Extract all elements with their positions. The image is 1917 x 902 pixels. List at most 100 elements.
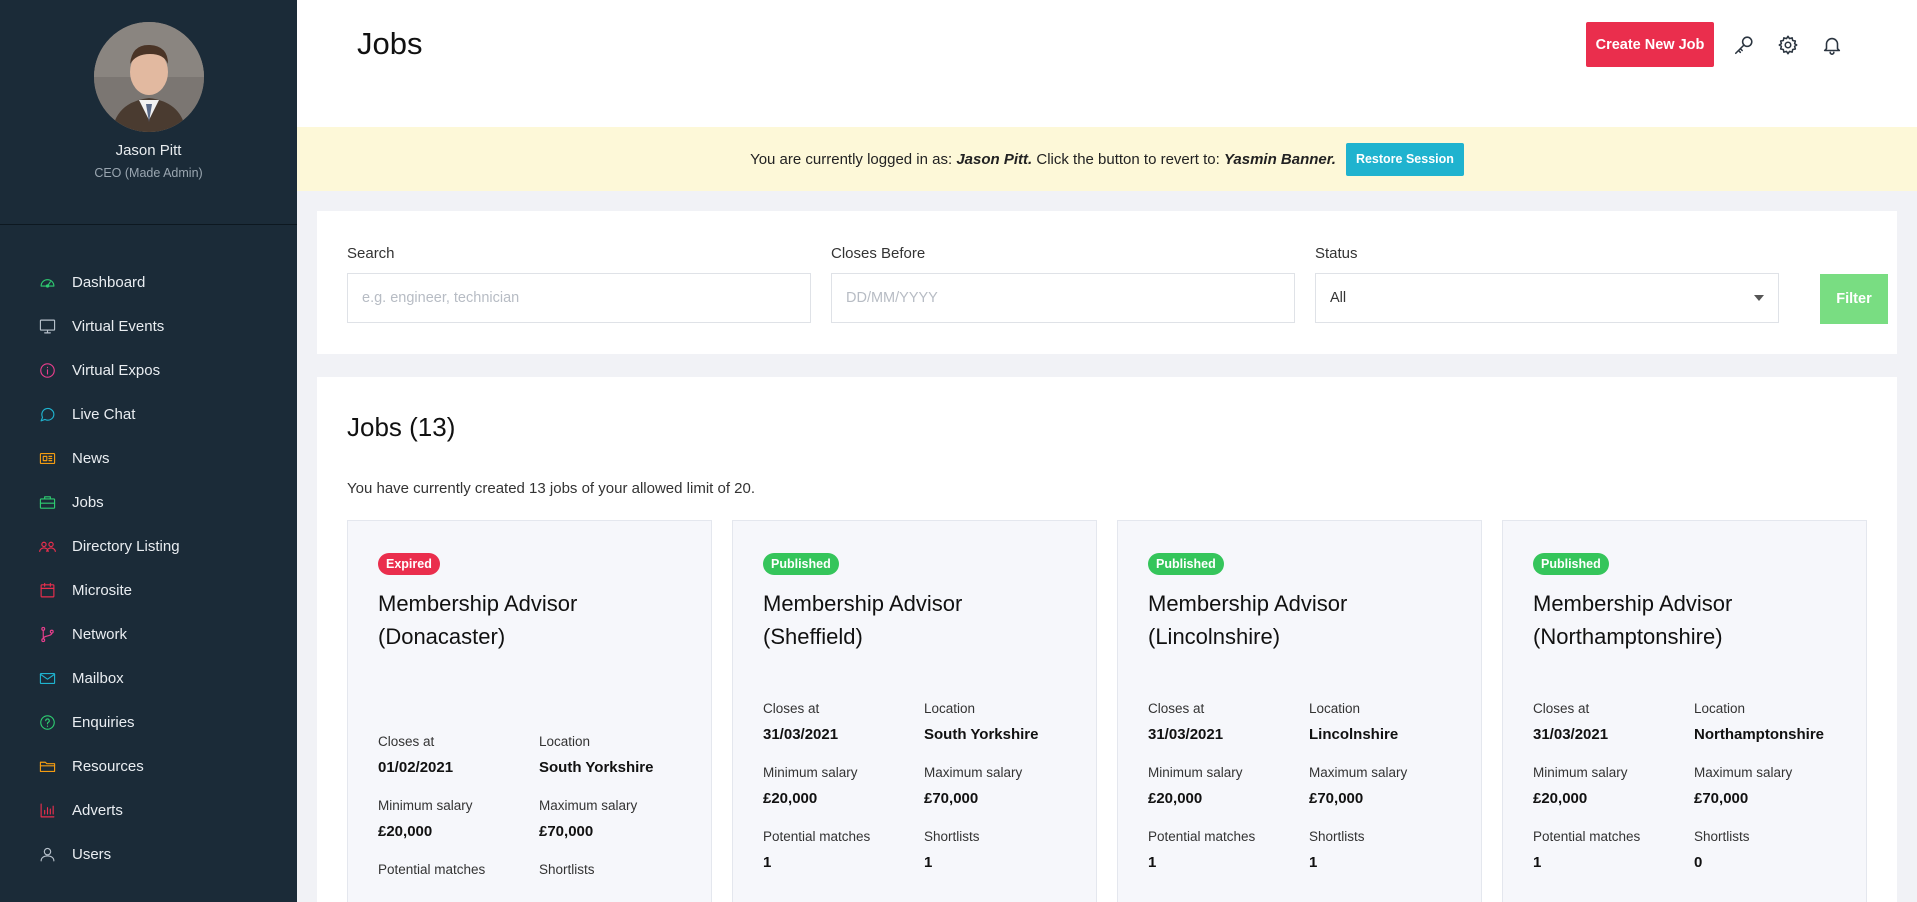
banner-revert-user: Yasmin Banner. (1223, 150, 1336, 168)
restore-session-button[interactable]: Restore Session (1345, 142, 1464, 176)
min-salary-value: £20,000 (763, 790, 818, 807)
top-bar: Jobs Create New Job (297, 0, 1917, 127)
job-card[interactable]: Published Membership Advisor (Northampto… (1502, 520, 1867, 902)
sidebar-item-label: Live Chat (72, 405, 136, 423)
search-input[interactable] (347, 273, 811, 323)
max-salary-value: £70,000 (924, 790, 979, 807)
potential-matches-value: 1 (1533, 854, 1542, 871)
closes-before-input[interactable] (831, 273, 1295, 323)
sidebar-item-label: Adverts (72, 801, 123, 819)
closes-at-value: 01/02/2021 (378, 759, 454, 776)
job-title[interactable]: Membership Advisor (Sheffield) (763, 587, 1066, 653)
sidebar-item-virtual-events[interactable]: Virtual Events (0, 304, 297, 348)
avatar[interactable] (93, 22, 204, 132)
potential-matches-label: Potential matches (1533, 829, 1641, 844)
key-icon[interactable] (1732, 33, 1756, 57)
potential-matches-label: Potential matches (763, 829, 871, 844)
sidebar-item-news[interactable]: News (0, 436, 297, 480)
job-card[interactable]: Expired Membership Advisor (Donacaster) … (347, 520, 712, 902)
job-meta: Closes at 31/03/2021 Location South Yorksh… (763, 701, 1085, 871)
closes-at-label: Closes at (763, 701, 820, 716)
max-salary-value: £70,000 (539, 823, 594, 840)
create-new-job-button[interactable]: Create New Job (1586, 22, 1714, 67)
potential-matches-value: 1 (1148, 854, 1157, 871)
max-salary-label: Maximum salary (1694, 765, 1793, 780)
sidebar-item-mailbox[interactable]: Mailbox (0, 656, 297, 700)
max-salary-value: £70,000 (1694, 790, 1749, 807)
job-title[interactable]: Membership Advisor (Northamptonshire) (1533, 587, 1836, 653)
sidebar-item-users[interactable]: Users (0, 832, 297, 876)
search-field: Search (347, 245, 811, 323)
filter-button[interactable]: Filter (1820, 274, 1888, 324)
chevron-down-icon (1754, 295, 1764, 301)
closes-at-value: 31/03/2021 (763, 726, 839, 743)
monitor-icon (38, 317, 56, 335)
sidebar-item-live-chat[interactable]: Live Chat (0, 392, 297, 436)
sidebar-item-label: Resources (72, 757, 144, 775)
sidebar-item-enquiries[interactable]: Enquiries (0, 700, 297, 744)
sidebar-item-label: Directory Listing (72, 537, 180, 555)
sidebar-item-jobs[interactable]: Jobs (0, 480, 297, 524)
location-value: Northamptonshire (1694, 726, 1825, 743)
job-card[interactable]: Published Membership Advisor (Sheffield)… (732, 520, 1097, 902)
job-meta: Closes at 31/03/2021 Location Northamptons… (1533, 701, 1855, 871)
banner-middle-text: Click the button to revert to: (1032, 150, 1224, 168)
shortlists-label: Shortlists (924, 829, 980, 844)
banner-current-user: Jason Pitt. (956, 150, 1033, 168)
sidebar-item-label: Users (72, 845, 112, 863)
potential-matches-label: Potential matches (1148, 829, 1256, 844)
jobs-limit-summary: You have currently created 13 jobs of yo… (347, 480, 756, 497)
gear-icon[interactable] (1776, 33, 1800, 57)
sidebar-item-label: Network (72, 625, 128, 643)
user-name: Jason Pitt (115, 142, 182, 159)
newspaper-icon (38, 449, 56, 467)
max-salary-value: £70,000 (1309, 790, 1364, 807)
bell-icon[interactable] (1820, 33, 1844, 57)
branch-icon (38, 625, 56, 643)
max-salary-label: Maximum salary (539, 798, 638, 813)
folder-icon (38, 757, 56, 775)
user-profile: Jason Pitt CEO (Made Admin) (0, 0, 297, 225)
question-icon (38, 713, 56, 731)
min-salary-label: Minimum salary (1148, 765, 1243, 780)
max-salary-label: Maximum salary (924, 765, 1023, 780)
location-label: Location (924, 701, 976, 716)
closes-at-label: Closes at (1533, 701, 1590, 716)
job-title[interactable]: Membership Advisor (Lincolnshire) (1148, 587, 1451, 653)
sidebar-item-label: Dashboard (72, 273, 146, 291)
status-badge: Published (1148, 553, 1224, 575)
sidebar-item-dashboard[interactable]: Dashboard (0, 260, 297, 304)
sidebar-item-label: Virtual Expos (72, 361, 161, 379)
status-field: Status All (1315, 245, 1779, 323)
sidebar-item-adverts[interactable]: Adverts (0, 788, 297, 832)
sidebar-item-microsite[interactable]: Microsite (0, 568, 297, 612)
sidebar-item-virtual-expos[interactable]: Virtual Expos (0, 348, 297, 392)
status-badge: Published (763, 553, 839, 575)
job-card[interactable]: Published Membership Advisor (Lincolnshi… (1117, 520, 1482, 902)
location-label: Location (1309, 701, 1361, 716)
sidebar-item-label: Enquiries (72, 713, 135, 731)
user-icon (38, 845, 56, 863)
closes-before-label: Closes Before (831, 245, 926, 262)
dashboard-icon (38, 273, 56, 291)
status-label: Status (1315, 245, 1358, 262)
user-role: CEO (Made Admin) (94, 166, 203, 180)
sidebar-item-label: Mailbox (72, 669, 124, 687)
status-badge: Expired (378, 553, 440, 575)
sidebar-item-network[interactable]: Network (0, 612, 297, 656)
job-title[interactable]: Membership Advisor (Donacaster) (378, 587, 681, 653)
sidebar-item-label: Virtual Events (72, 317, 165, 335)
status-select[interactable]: All (1315, 273, 1779, 323)
min-salary-label: Minimum salary (378, 798, 473, 813)
sidebar-item-resources[interactable]: Resources (0, 744, 297, 788)
sidebar-item-directory-listing[interactable]: Directory Listing (0, 524, 297, 568)
closes-at-label: Closes at (1148, 701, 1205, 716)
shortlists-value: 1 (924, 854, 933, 871)
jobs-heading: Jobs (13) (347, 412, 456, 442)
users-icon (38, 537, 56, 555)
search-label: Search (347, 245, 395, 262)
sidebar-nav: Dashboard Virtual Events Virtual Expos L… (0, 225, 297, 876)
mail-icon (38, 669, 56, 687)
max-salary-label: Maximum salary (1309, 765, 1408, 780)
min-salary-value: £20,000 (378, 823, 433, 840)
